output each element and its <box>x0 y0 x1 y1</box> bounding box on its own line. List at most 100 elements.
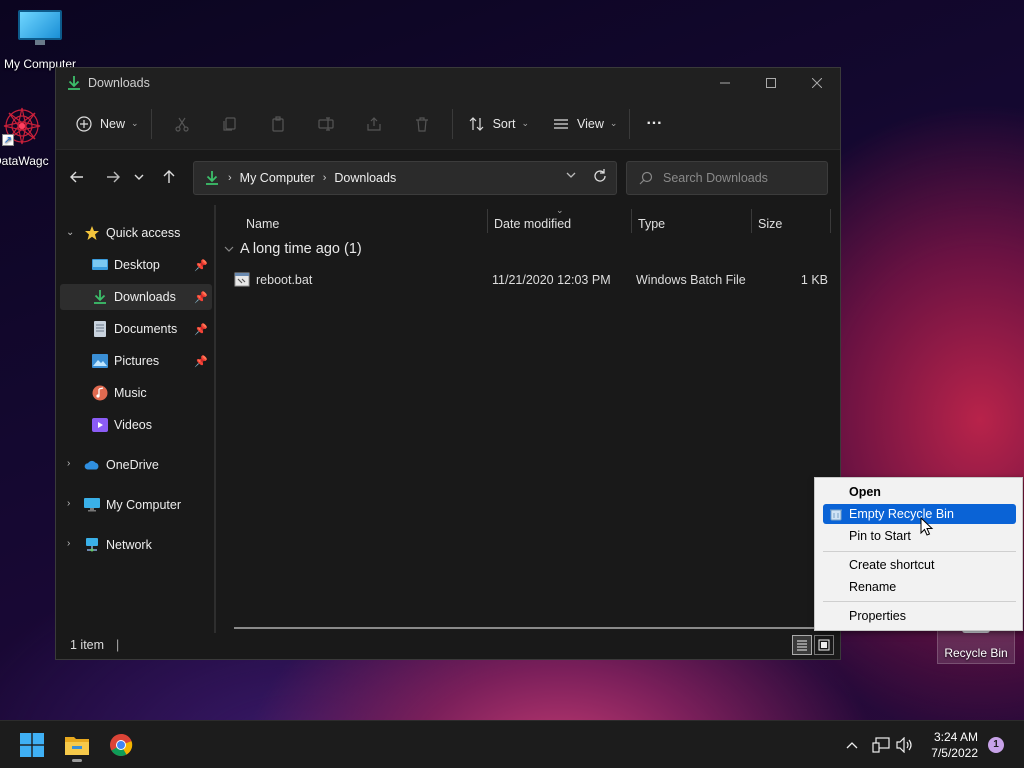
downloads-icon <box>206 171 218 185</box>
new-button[interactable]: New ⌄ <box>70 108 145 140</box>
share-button[interactable] <box>350 108 398 140</box>
close-button[interactable] <box>794 68 840 98</box>
file-list: Name Date modified ⌄ Type Size A long ti… <box>218 205 840 633</box>
menu-item-rename[interactable]: Rename <box>823 577 1016 597</box>
maximize-button[interactable] <box>748 68 794 98</box>
large-icons-view-button[interactable] <box>814 635 834 655</box>
nav-item-downloads[interactable]: Downloads 📌 <box>60 284 212 310</box>
nav-item-videos[interactable]: Videos <box>92 412 212 438</box>
menu-item-open[interactable]: Open <box>823 482 1016 502</box>
rename-button[interactable] <box>302 108 350 140</box>
pin-icon[interactable]: 📌 <box>194 291 208 304</box>
column-header-name[interactable]: Name <box>246 211 486 237</box>
nav-item-my-computer[interactable]: My Computer <box>84 492 212 518</box>
minimize-button[interactable] <box>702 68 748 98</box>
search-input[interactable] <box>663 171 813 185</box>
column-label: Type <box>638 217 666 231</box>
desktop-folder-icon <box>92 257 108 273</box>
delete-button[interactable] <box>398 108 446 140</box>
back-button[interactable] <box>62 162 92 192</box>
group-header[interactable]: A long time ago (1) <box>224 241 362 257</box>
cut-button[interactable] <box>158 108 206 140</box>
network-icon <box>84 537 100 553</box>
column-divider[interactable] <box>830 209 831 233</box>
expand-chevron-icon[interactable]: › <box>67 498 70 509</box>
chevron-down-icon: ⌄ <box>131 118 139 128</box>
search-box[interactable] <box>626 161 828 195</box>
copy-button[interactable] <box>206 108 254 140</box>
status-bar: 1 item | <box>56 631 840 659</box>
breadcrumb-my-computer[interactable]: My Computer <box>240 171 315 185</box>
start-icon <box>20 733 44 757</box>
nav-item-onedrive[interactable]: OneDrive <box>84 452 212 478</box>
file-date: 11/21/2020 12:03 PM <box>492 273 611 287</box>
column-header-date-modified[interactable]: Date modified <box>494 211 634 237</box>
column-divider[interactable] <box>631 209 632 233</box>
address-bar[interactable]: › My Computer › Downloads <box>193 161 617 195</box>
nav-item-network[interactable]: Network <box>84 532 212 558</box>
nav-label: Downloads <box>114 290 176 304</box>
refresh-icon <box>594 169 606 182</box>
pin-icon[interactable]: 📌 <box>194 259 208 272</box>
up-button[interactable] <box>154 162 184 192</box>
column-header-type[interactable]: Type <box>638 211 748 237</box>
new-label: New <box>100 116 126 131</box>
volume-button[interactable] <box>894 737 916 753</box>
horizontal-scrollbar[interactable] <box>234 627 814 629</box>
nav-item-documents[interactable]: Documents 📌 <box>92 316 212 342</box>
recent-locations-button[interactable] <box>128 162 150 192</box>
menu-item-label: Empty Recycle Bin <box>849 507 954 521</box>
context-menu: Open Empty Recycle Bin Pin to Start Crea… <box>814 477 1023 631</box>
paste-button[interactable] <box>254 108 302 140</box>
nav-item-quick-access[interactable]: Quick access <box>84 220 212 246</box>
column-header-size[interactable]: Size <box>758 211 828 237</box>
column-divider[interactable] <box>487 209 488 233</box>
taskbar-chrome[interactable] <box>101 729 141 761</box>
column-divider[interactable] <box>751 209 752 233</box>
recycle-bin-icon <box>829 507 843 521</box>
desktop-icon-my-computer[interactable]: My Computer <box>0 10 80 71</box>
start-button[interactable] <box>12 729 52 761</box>
toolbar-divider <box>629 108 631 139</box>
title-bar[interactable]: Downloads <box>56 68 840 98</box>
chevron-down-icon <box>134 174 144 180</box>
network-status-button[interactable] <box>868 737 894 753</box>
navigation-pane: ⌄ Quick access Desktop 📌 Downloads 📌 Doc… <box>56 205 216 633</box>
breadcrumb-downloads[interactable]: Downloads <box>334 171 396 185</box>
toolbar-divider <box>451 108 453 139</box>
taskbar-file-explorer[interactable] <box>57 729 97 762</box>
notification-badge[interactable]: 1 <box>988 737 1004 753</box>
batch-file-icon <box>234 272 250 288</box>
expand-chevron-icon[interactable]: ⌄ <box>66 227 74 238</box>
menu-item-properties[interactable]: Properties <box>823 606 1016 626</box>
address-dropdown-icon[interactable] <box>566 170 576 183</box>
nav-label: OneDrive <box>106 458 159 472</box>
table-row[interactable]: reboot.bat 11/21/2020 12:03 PM Windows B… <box>228 267 828 293</box>
chevron-up-icon <box>846 742 858 749</box>
nav-item-desktop[interactable]: Desktop 📌 <box>92 252 212 278</box>
share-icon <box>366 116 381 131</box>
trash-icon <box>415 116 428 132</box>
rename-icon <box>317 116 334 131</box>
sort-button[interactable]: Sort ⌄ <box>463 108 535 140</box>
view-button[interactable]: View ⌄ <box>547 108 623 140</box>
more-options-button[interactable]: ··· <box>640 108 668 140</box>
clock-time: 3:24 AM <box>933 730 978 744</box>
forward-button[interactable] <box>98 162 128 192</box>
expand-chevron-icon[interactable]: › <box>67 458 70 469</box>
onedrive-icon <box>84 457 100 473</box>
pin-icon[interactable]: 📌 <box>194 355 208 368</box>
menu-item-create-shortcut[interactable]: Create shortcut <box>823 555 1016 575</box>
group-label: A long time ago (1) <box>240 241 362 257</box>
clock[interactable]: 3:24 AM 7/5/2022 <box>931 729 978 761</box>
pin-icon[interactable]: 📌 <box>194 323 208 336</box>
nav-item-pictures[interactable]: Pictures 📌 <box>92 348 212 374</box>
details-view-button[interactable] <box>792 635 812 655</box>
expand-chevron-icon[interactable]: › <box>67 538 70 549</box>
videos-icon <box>92 417 108 433</box>
nav-item-music[interactable]: Music <box>92 380 212 406</box>
column-label: Size <box>758 217 783 231</box>
refresh-button[interactable] <box>592 168 608 187</box>
show-hidden-icons-button[interactable] <box>842 741 862 749</box>
chevron-down-icon <box>224 246 234 252</box>
